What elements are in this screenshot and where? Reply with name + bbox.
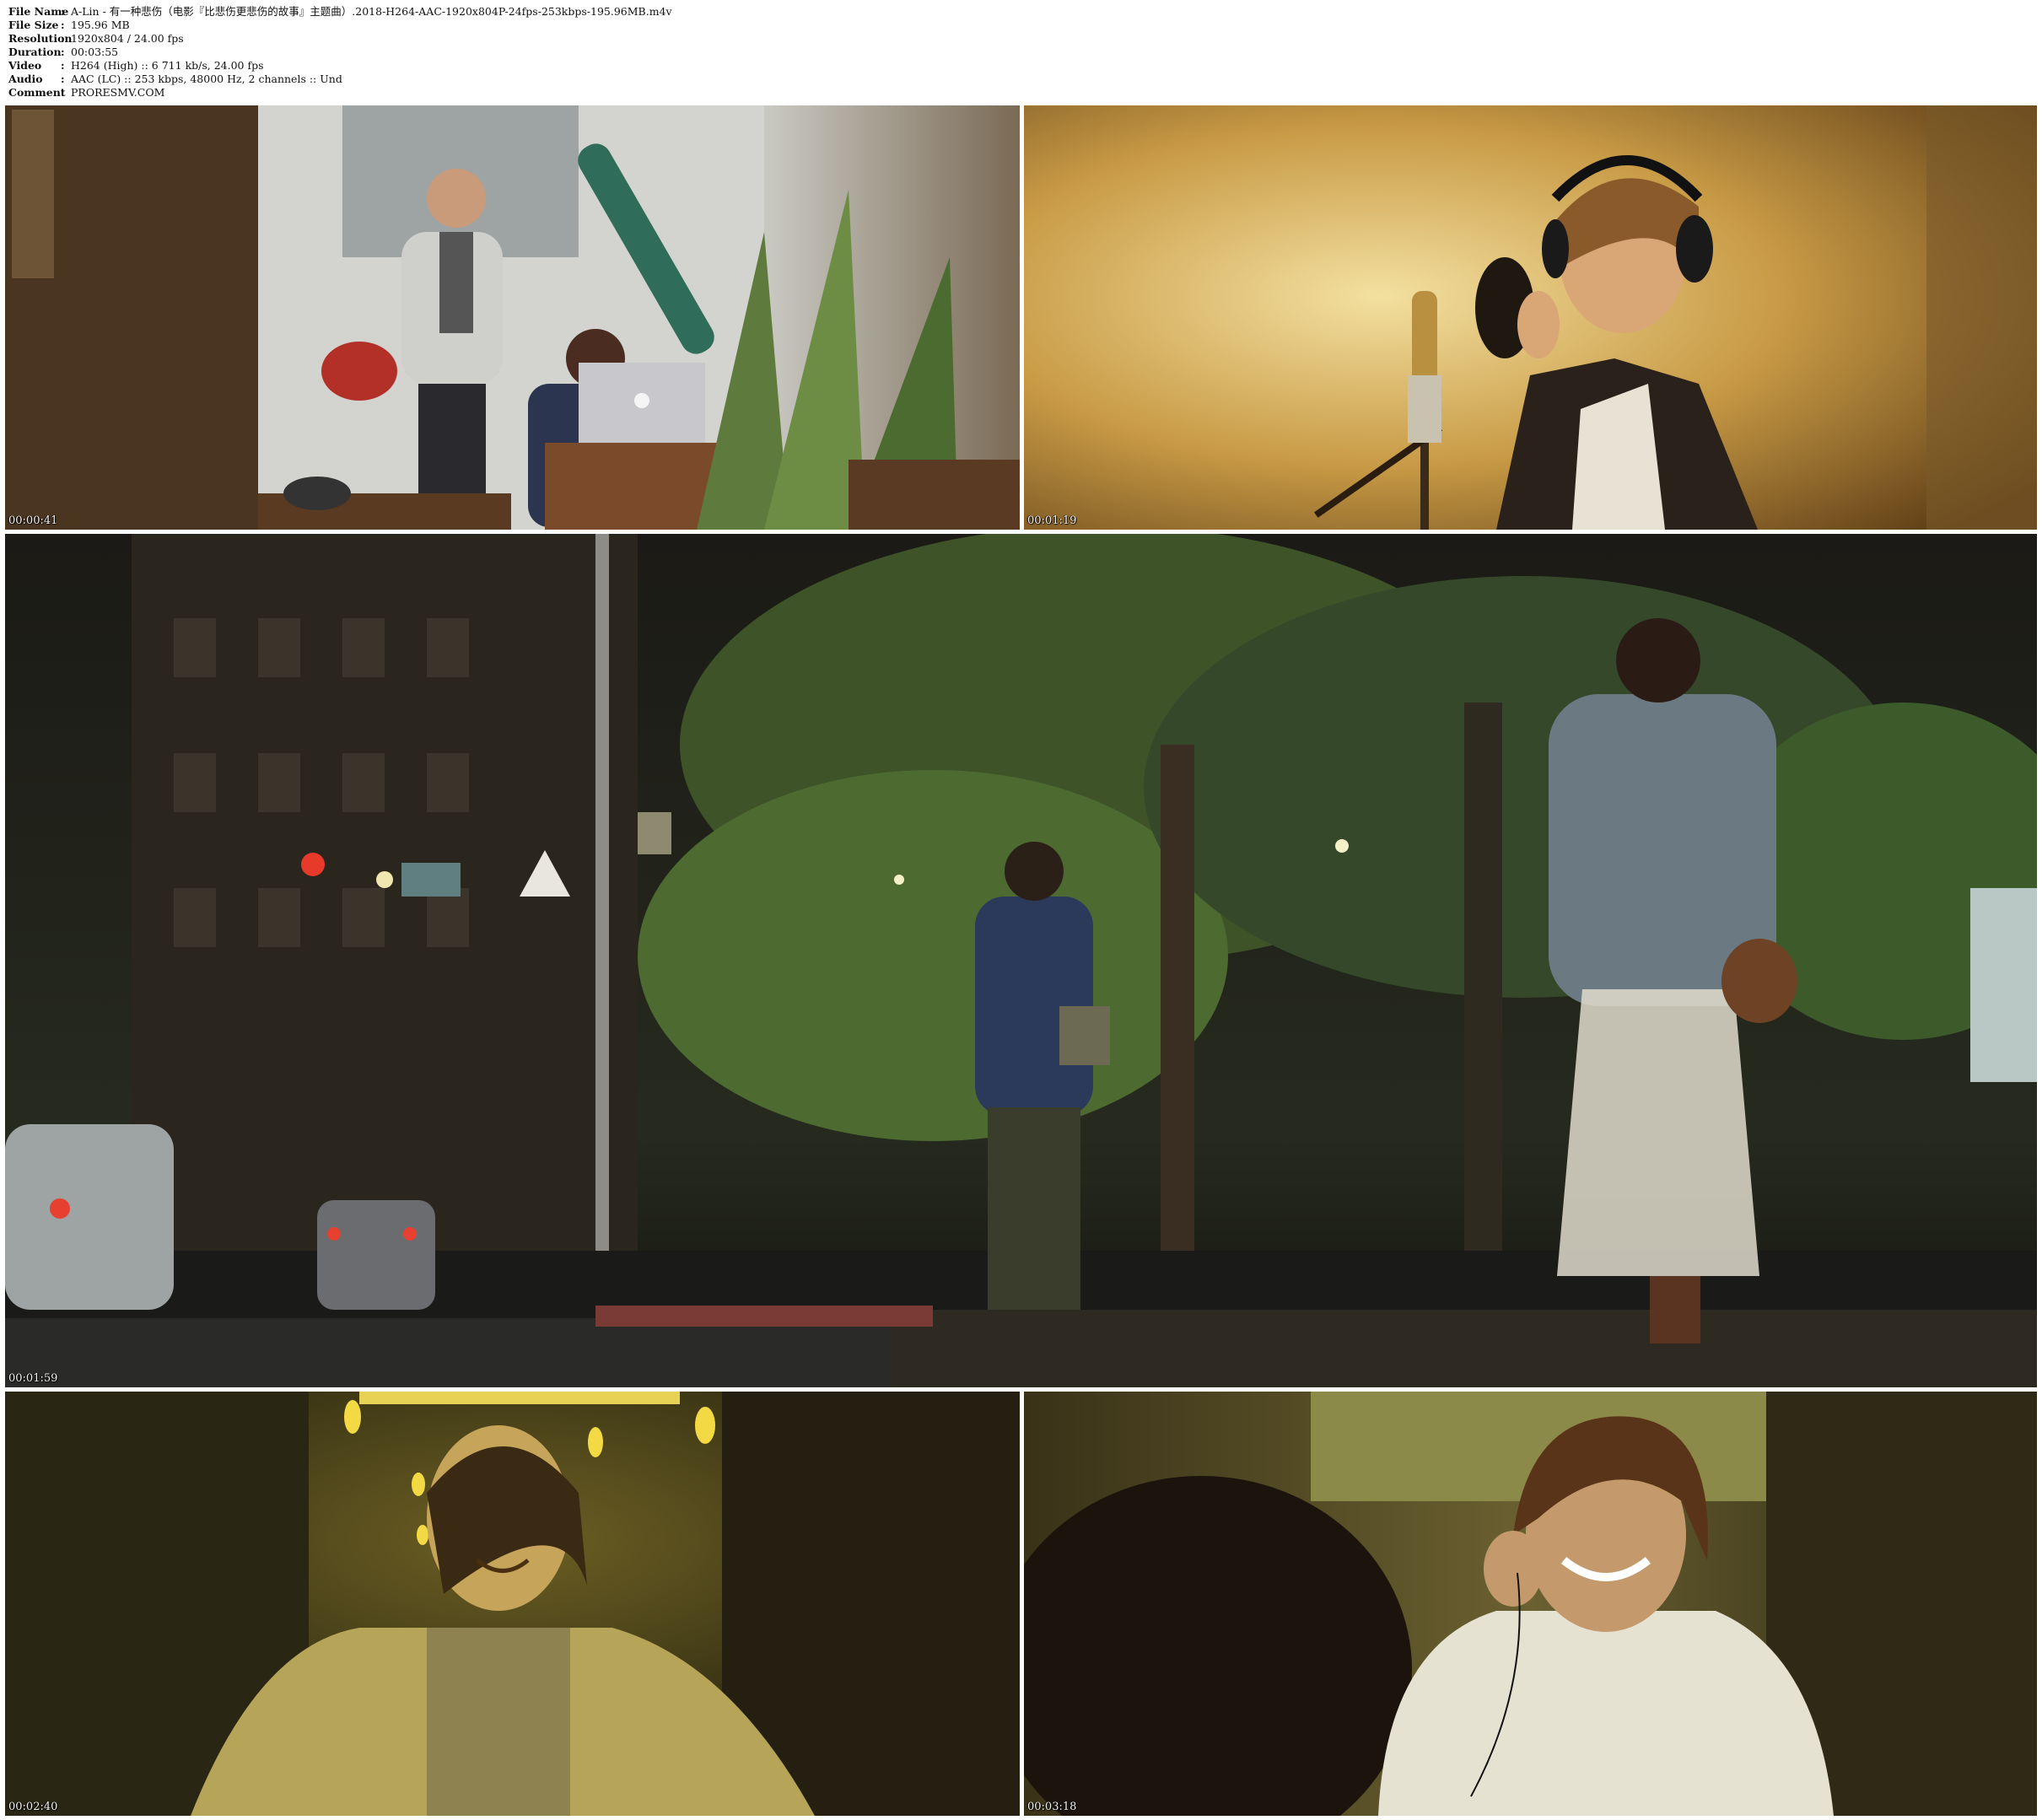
video-frame-2: 00:01:19: [1024, 105, 2037, 530]
timestamp-label: 00:01:59: [8, 1372, 58, 1385]
info-value: 1920x804 / 24.00 fps: [71, 32, 184, 45]
info-separator: :: [61, 59, 65, 72]
frame-3-image: [5, 534, 2037, 1387]
info-value: AAC (LC) :: 253 kbps, 48000 Hz, 2 channe…: [71, 73, 342, 85]
timestamp-label: 00:00:41: [8, 514, 58, 527]
info-separator: :: [61, 19, 65, 31]
info-label: Duration: [8, 46, 62, 58]
info-label: Video: [8, 59, 42, 72]
info-row-file-size: File Size : 195.96 MB: [8, 19, 672, 32]
info-row-duration: Duration : 00:03:55: [8, 46, 672, 59]
info-separator: :: [61, 32, 65, 45]
file-info-panel: File Name : A-Lin - 有一种悲伤（电影『比悲伤更悲伤的故事』主…: [8, 5, 672, 100]
info-row-video: Video : H264 (High) :: 6 711 kb/s, 24.00…: [8, 59, 672, 73]
info-separator: :: [61, 46, 65, 58]
info-value: PRORESMV.COM: [71, 86, 165, 99]
info-row-comment: Comment : PRORESMV.COM: [8, 86, 672, 100]
frame-4-image: [5, 1392, 1020, 1816]
info-label: File Size: [8, 19, 59, 31]
video-frame-4: 00:02:40: [5, 1392, 1020, 1816]
info-label: Audio: [8, 73, 43, 85]
frame-1-image: [5, 105, 1020, 530]
video-frame-3: 00:01:59: [5, 534, 2037, 1387]
info-value: 195.96 MB: [71, 19, 130, 31]
timestamp-label: 00:01:19: [1027, 514, 1077, 527]
info-separator: :: [61, 73, 65, 85]
info-separator: :: [61, 86, 65, 99]
info-row-file-name: File Name : A-Lin - 有一种悲伤（电影『比悲伤更悲伤的故事』主…: [8, 5, 672, 19]
info-row-resolution: Resolution : 1920x804 / 24.00 fps: [8, 32, 672, 46]
video-frame-5: 00:03:18: [1024, 1392, 2037, 1816]
info-separator: :: [61, 5, 65, 18]
info-label: File Name: [8, 5, 69, 18]
info-row-audio: Audio : AAC (LC) :: 253 kbps, 48000 Hz, …: [8, 73, 672, 86]
frame-2-image: [1024, 105, 2037, 530]
timestamp-label: 00:03:18: [1027, 1801, 1077, 1813]
video-frame-1: 00:00:41: [5, 105, 1020, 530]
info-value: 00:03:55: [71, 46, 119, 58]
info-value: H264 (High) :: 6 711 kb/s, 24.00 fps: [71, 59, 264, 72]
info-value: A-Lin - 有一种悲伤（电影『比悲伤更悲伤的故事』主题曲）.2018-H26…: [71, 5, 672, 18]
frame-5-image: [1024, 1392, 2037, 1816]
info-label: Comment: [8, 86, 66, 99]
info-label: Resolution: [8, 32, 73, 45]
timestamp-label: 00:02:40: [8, 1801, 58, 1813]
